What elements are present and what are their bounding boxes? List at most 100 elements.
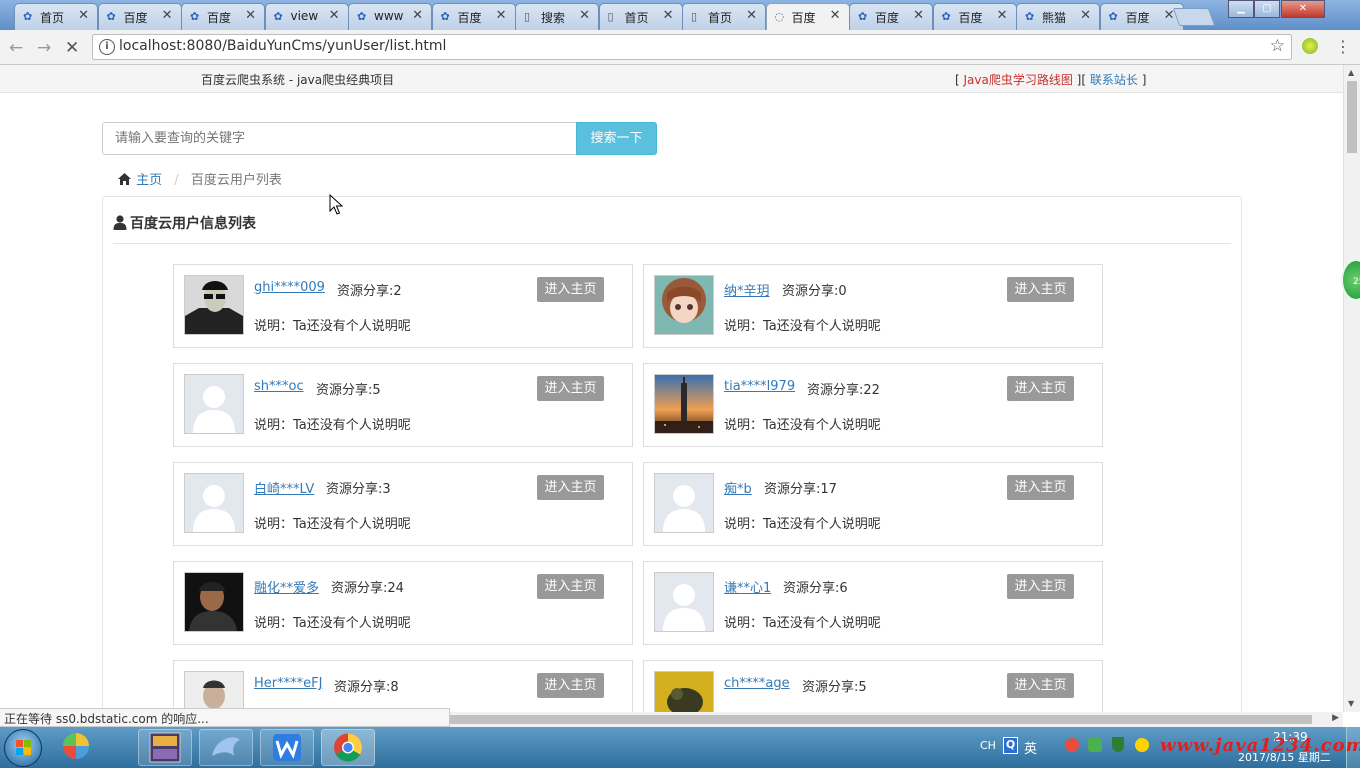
taskbar-app-chrome[interactable] [321,729,375,766]
tab-close-icon[interactable]: ✕ [746,8,757,23]
tray-icon-shield[interactable] [1112,737,1124,752]
user-name-link[interactable]: Her****eFJ [254,676,322,691]
sogou-ime-icon[interactable]: Q [1003,737,1018,754]
ime-indicator[interactable]: CH [980,739,996,752]
ime-language[interactable]: 英 [1024,738,1037,757]
tab-4[interactable]: ✿ www ✕ [348,3,432,30]
tab-close-icon[interactable]: ✕ [579,8,590,23]
forward-icon[interactable]: → [37,38,51,58]
avatar[interactable] [654,374,714,434]
site-info-icon[interactable]: i [99,39,115,55]
search-button[interactable]: 搜索一下 [576,122,657,155]
tab-10[interactable]: ✿ 百度 ✕ [849,3,933,30]
taskbar-app-wps[interactable] [260,729,314,766]
tab-1[interactable]: ✿ 百度 ✕ [97,3,182,30]
stop-loading-icon[interactable]: ✕ [65,38,79,58]
avatar[interactable] [184,275,244,335]
tab-11[interactable]: ✿ 百度 ✕ [932,3,1017,30]
tab-close-icon[interactable]: ✕ [245,8,256,23]
user-name-link[interactable]: sh***oc [254,379,304,394]
default-avatar-icon[interactable] [654,572,714,632]
scroll-right-icon[interactable]: ▶ [1332,713,1339,723]
panel-title: 百度云用户信息列表 [113,213,256,234]
user-name-link[interactable]: 痴*b [724,478,752,497]
taskbar-app-javaee-ide[interactable] [138,729,192,766]
user-name-link[interactable]: 谦**心1 [724,577,771,596]
page-icon: ▯ [691,10,698,23]
tab-title: 首页 [624,11,649,25]
tray-icon-plus[interactable] [1135,738,1149,752]
tab-close-icon[interactable]: ✕ [412,8,423,23]
enter-homepage-button[interactable]: 进入主页 [537,673,604,698]
enter-homepage-button[interactable]: 进入主页 [1007,376,1074,401]
tab-close-icon[interactable]: ✕ [496,8,507,23]
user-name-link[interactable]: tia****l979 [724,379,795,394]
enter-homepage-button[interactable]: 进入主页 [537,475,604,500]
user-name-link[interactable]: 纳*辛玥 [724,280,770,299]
tab-close-icon[interactable]: ✕ [663,8,674,23]
scroll-down-icon[interactable]: ▼ [1348,699,1354,708]
tab-close-icon[interactable]: ✕ [997,8,1008,23]
tab-3[interactable]: ✿ view ✕ [264,3,349,30]
address-bar[interactable]: i localhost:8080/BaiduYunCms/yunUser/lis… [92,34,1292,60]
tab-6[interactable]: ▯ 搜索 ✕ [515,3,599,30]
tab-7[interactable]: ▯ 首页 ✕ [598,3,683,30]
tray-icon-red[interactable] [1065,738,1079,752]
horizontal-scroll-thumb[interactable] [450,715,1312,724]
tab-close-icon[interactable]: ✕ [913,8,924,23]
close-window-button[interactable]: ✕ [1281,0,1325,18]
tab-close-icon[interactable]: ✕ [830,8,841,23]
tab-close-icon[interactable]: ✕ [329,8,340,23]
default-avatar-icon[interactable] [184,473,244,533]
vertical-scrollbar[interactable]: ▲ ▼ [1343,65,1360,712]
minimize-button[interactable]: ▁ [1228,0,1254,18]
scroll-up-icon[interactable]: ▲ [1348,68,1354,77]
bookmark-star-icon[interactable]: ☆ [1270,36,1285,56]
enter-homepage-button[interactable]: 进入主页 [537,277,604,302]
user-icon [113,215,127,234]
tab-close-icon[interactable]: ✕ [78,8,89,23]
enter-homepage-button[interactable]: 进入主页 [537,574,604,599]
extension-icon[interactable] [1302,38,1318,54]
default-avatar-icon[interactable] [654,473,714,533]
search-input[interactable] [102,122,576,155]
tab-close-icon[interactable]: ✕ [162,8,173,23]
tab-9[interactable]: ◌ 百度 ✕ [765,3,850,31]
avatar[interactable] [654,671,714,712]
tab-13[interactable]: ✿ 百度 ✕ [1099,3,1184,30]
user-name-link[interactable]: 融化**爱多 [254,577,319,596]
avatar[interactable] [654,275,714,335]
default-avatar-icon[interactable] [184,374,244,434]
contact-link[interactable]: 联系站长 [1090,73,1138,87]
vertical-scroll-thumb[interactable] [1347,81,1357,153]
tab-2[interactable]: ✿ 百度 ✕ [181,3,265,30]
tab-title: 百度 [1125,11,1150,25]
enter-homepage-button[interactable]: 进入主页 [1007,673,1074,698]
enter-homepage-button[interactable]: 进入主页 [537,376,604,401]
enter-homepage-button[interactable]: 进入主页 [1007,574,1074,599]
tab-5[interactable]: ✿ 百度 ✕ [431,3,516,30]
tab-12[interactable]: ✿ 熊猫 ✕ [1016,3,1100,30]
horizontal-scrollbar[interactable]: ▶ [450,712,1343,727]
enter-homepage-button[interactable]: 进入主页 [1007,475,1074,500]
maximize-button[interactable]: ▢ [1254,0,1280,18]
user-name-link[interactable]: ghi****009 [254,280,325,295]
browser-menu-icon[interactable]: ⋮ [1335,37,1351,56]
tab-close-icon[interactable]: ✕ [1080,8,1091,23]
user-name-link[interactable]: ch****age [724,676,790,691]
avatar[interactable] [184,671,244,712]
taskbar-app-dolphin[interactable] [199,729,253,766]
tab-0[interactable]: ✿ 首页 ✕ [14,3,98,30]
breadcrumb-home-link[interactable]: 主页 [136,173,162,188]
new-tab-button[interactable] [1172,8,1216,26]
back-icon[interactable]: ← [9,38,23,58]
java-route-link[interactable]: Java爬虫学习路线图 [964,73,1073,87]
breadcrumb: 主页 / 百度云用户列表 [117,169,282,190]
enter-homepage-button[interactable]: 进入主页 [1007,277,1074,302]
user-name-link[interactable]: 白崎***LV [254,478,314,497]
start-button[interactable] [4,729,42,767]
taskbar-app-pinwheel[interactable] [56,729,110,766]
tab-8[interactable]: ▯ 首页 ✕ [682,3,766,30]
avatar[interactable] [184,572,244,632]
tray-icon-network[interactable] [1088,738,1102,752]
